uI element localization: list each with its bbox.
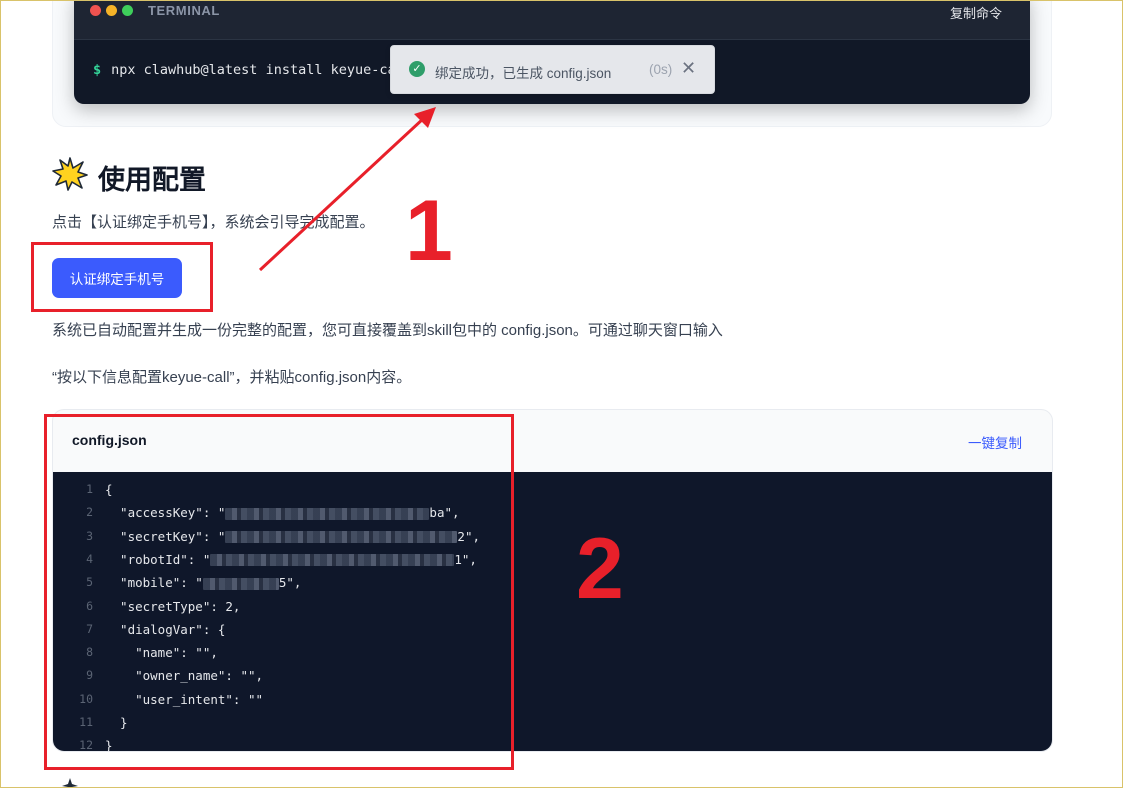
terminal-command-line: $ npx clawhub@latest install keyue-cal bbox=[93, 62, 404, 78]
close-icon[interactable]: ✕ bbox=[681, 58, 696, 79]
terminal-title: TERMINAL bbox=[148, 3, 220, 18]
copy-command-button[interactable]: 复制命令 bbox=[950, 3, 1002, 22]
annotation-box-2 bbox=[44, 414, 514, 770]
intro-text: 点击【认证绑定手机号】，系统会引导完成配置。 bbox=[52, 214, 375, 231]
section-title: 使用配置 bbox=[98, 165, 206, 195]
description-line-2: “按以下信息配置keyue-call”，并粘贴config.json内容。 bbox=[52, 369, 412, 386]
terminal-header: TERMINAL 复制命令 bbox=[74, 0, 1030, 40]
window-close-dot-icon bbox=[90, 5, 101, 16]
terminal-prompt: $ bbox=[93, 62, 102, 78]
window-maximize-dot-icon bbox=[122, 5, 133, 16]
sparkle-star-icon bbox=[52, 157, 88, 191]
annotation-box-1 bbox=[31, 242, 213, 312]
annotation-label-2: 2 bbox=[576, 521, 624, 617]
copy-code-button[interactable]: 一键复制 bbox=[968, 432, 1022, 452]
next-section-star-icon bbox=[62, 778, 78, 788]
install-command: npx clawhub@latest install keyue-cal bbox=[111, 62, 404, 78]
annotation-label-1: 1 bbox=[405, 183, 453, 279]
toast-message: 绑定成功，已生成 config.json bbox=[435, 66, 612, 81]
toast-timer: (0s) bbox=[649, 62, 673, 77]
check-circle-icon: ✓ bbox=[409, 61, 425, 77]
window-minimize-dot-icon bbox=[106, 5, 117, 16]
page: TERMINAL 复制命令 $ npx clawhub@latest instal… bbox=[0, 0, 1123, 788]
success-toast: ✓ 绑定成功，已生成 config.json (0s) ✕ bbox=[390, 45, 715, 94]
description-line-1: 系统已自动配置并生成一份完整的配置，您可直接覆盖到skill包中的 config… bbox=[52, 322, 723, 339]
